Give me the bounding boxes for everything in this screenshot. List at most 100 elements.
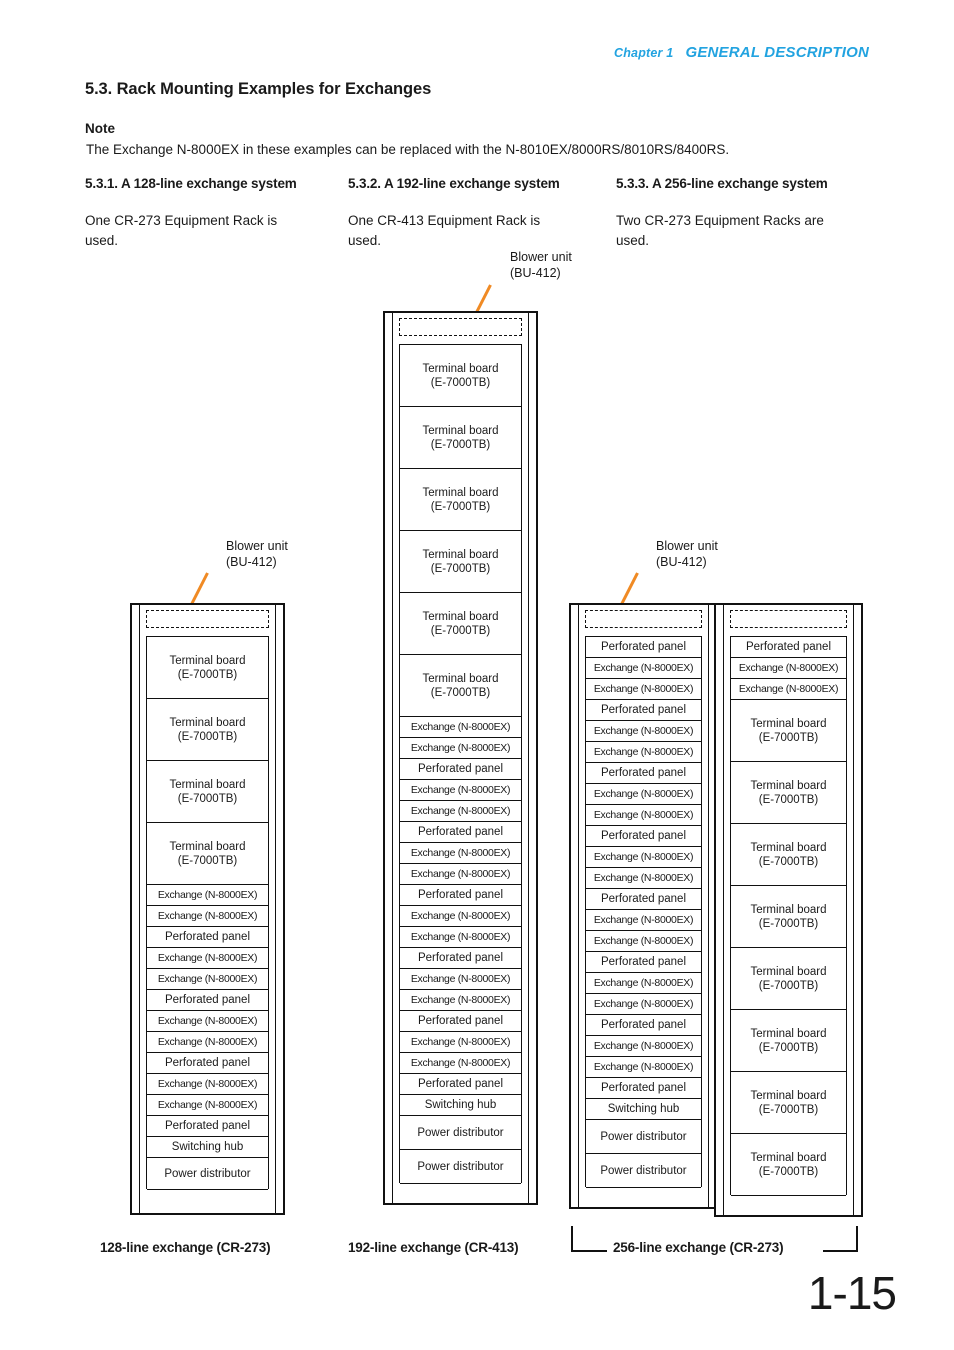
rack-unit-exchange: Exchange (N-8000EX) [400,738,521,759]
rack-unit-label: Perforated panel [417,826,504,838]
rack-unit-model: (E-7000TB) [430,624,491,637]
rack-unit-panel: Perforated panel [147,927,268,948]
rack-unit-label: Perforated panel [417,1078,504,1090]
rack-unit-label: Exchange (N-8000EX) [593,683,694,695]
rack-unit-panel: Perforated panel [400,759,521,780]
rack-unit-model: (E-7000TB) [430,500,491,513]
rack-unit-exchange: Exchange (N-8000EX) [400,927,521,948]
blower-unit-slot [146,610,269,628]
rack-unit-exchange: Exchange (N-8000EX) [400,717,521,738]
blower-unit-slot [730,610,847,628]
rack-unit-hub: Switching hub [586,1099,701,1120]
rack-unit-label: Exchange (N-8000EX) [593,977,694,989]
equipment-rack-rack-192: Terminal board (E-7000TB) Terminal board (E… [383,311,538,1205]
rack-unit-exchange: Exchange (N-8000EX) [400,864,521,885]
rack-unit-exchange: Exchange (N-8000EX) [586,721,701,742]
rack-unit-terminal: Terminal board (E-7000TB) [147,761,268,823]
rack-unit-label: Exchange (N-8000EX) [738,683,839,695]
description-128-line2: used. [85,233,119,248]
rack-unit-terminal: Terminal board (E-7000TB) [731,700,846,762]
rack-unit-label: Exchange (N-8000EX) [410,805,511,817]
rack-unit-label: Terminal board [169,654,246,667]
rack-inner-area: Perforated panel Exchange (N-8000EX) Excha… [730,605,847,1215]
rack-unit-label: Exchange (N-8000EX) [410,994,511,1006]
rack-unit-label: Exchange (N-8000EX) [593,725,694,737]
rack-unit-label: Exchange (N-8000EX) [593,809,694,821]
note-label: Note [85,121,115,136]
rack-unit-label: Exchange (N-8000EX) [410,973,511,985]
rack-unit-label: Terminal board [750,779,827,792]
rack-unit-label: Exchange (N-8000EX) [410,868,511,880]
rack-unit-exchange: Exchange (N-8000EX) [147,1011,268,1032]
rack-unit-label: Perforated panel [600,704,687,716]
rack-unit-label: Terminal board [169,778,246,791]
rack-unit-label: Perforated panel [417,952,504,964]
description-192: One CR-413 Equipment Rack is used. [348,211,598,251]
rack-unit-label: Terminal board [750,1151,827,1164]
description-128-line1: One CR-273 Equipment Rack is [85,213,278,228]
rack-unit-label: Perforated panel [600,767,687,779]
rack-rail-right [275,605,276,1213]
blower-callout-192-line1: Blower unit [510,250,572,264]
rack-unit-panel: Perforated panel [147,990,268,1011]
rack-unit-panel: Perforated panel [400,1074,521,1095]
rack-unit-model: (E-7000TB) [177,668,238,681]
rack-unit-label: Terminal board [750,965,827,978]
rack-unit-exchange: Exchange (N-8000EX) [586,1036,701,1057]
rack-unit-exchange: Exchange (N-8000EX) [147,1074,268,1095]
rack-unit-exchange: Exchange (N-8000EX) [731,658,846,679]
rack-unit-label: Terminal board [750,1027,827,1040]
rack-unit-label: Terminal board [169,840,246,853]
rack-unit-exchange: Exchange (N-8000EX) [586,994,701,1015]
rack-unit-label: Exchange (N-8000EX) [738,662,839,674]
rack-unit-label: Exchange (N-8000EX) [410,1057,511,1069]
rack-unit-exchange: Exchange (N-8000EX) [586,973,701,994]
description-256-line1: Two CR-273 Equipment Racks are [616,213,824,228]
rack-unit-terminal: Terminal board (E-7000TB) [731,824,846,886]
rack-unit-model: (E-7000TB) [430,562,491,575]
rack-unit-label: Exchange (N-8000EX) [410,1036,511,1048]
rack-unit-label: Exchange (N-8000EX) [410,721,511,733]
rack-unit-panel: Perforated panel [586,700,701,721]
rack-unit-model: (E-7000TB) [177,792,238,805]
rack-unit-exchange: Exchange (N-8000EX) [400,990,521,1011]
caption-256: 256-line exchange (CR-273) [613,1240,784,1255]
rack-unit-terminal: Terminal board (E-7000TB) [731,948,846,1010]
rack-unit-exchange: Exchange (N-8000EX) [586,1057,701,1078]
rack-unit-label: Perforated panel [600,1019,687,1031]
rack-unit-power: Power distributor [586,1120,701,1154]
rack-unit-label: Terminal board [422,424,499,437]
rack-unit-panel: Perforated panel [400,885,521,906]
rack-unit-label: Exchange (N-8000EX) [593,851,694,863]
description-128: One CR-273 Equipment Rack is used. [85,211,335,251]
rack-inner-area: Terminal board (E-7000TB) Terminal board (E… [399,313,522,1203]
rack-unit-exchange: Exchange (N-8000EX) [147,948,268,969]
chapter-header: Chapter 1 GENERAL DESCRIPTION [614,44,869,61]
blower-callout-256-line1: Blower unit [656,539,718,553]
rack-unit-label: Power distributor [417,1160,504,1173]
page-title: 5.3. Rack Mounting Examples for Exchange… [85,80,432,98]
description-256-line2: used. [616,233,650,248]
rack-unit-label: Terminal board [422,672,499,685]
rack-unit-model: (E-7000TB) [758,917,819,930]
rack-unit-exchange: Exchange (N-8000EX) [147,885,268,906]
rack-unit-terminal: Terminal board (E-7000TB) [731,1010,846,1072]
rack-unit-model: (E-7000TB) [758,1103,819,1116]
rack-unit-model: (E-7000TB) [177,730,238,743]
rack-unit-label: Exchange (N-8000EX) [593,914,694,926]
rack-unit-panel: Perforated panel [586,1078,701,1099]
rack-rail-right [708,605,709,1207]
rack-unit-label: Perforated panel [745,641,832,653]
description-192-line2: used. [348,233,382,248]
caption-128: 128-line exchange (CR-273) [100,1240,271,1255]
description-256: Two CR-273 Equipment Racks are used. [616,211,868,251]
rack-unit-exchange: Exchange (N-8000EX) [586,742,701,763]
rack-unit-label: Perforated panel [164,931,251,943]
rack-unit-exchange: Exchange (N-8000EX) [400,906,521,927]
rack-unit-label: Exchange (N-8000EX) [410,784,511,796]
rack-unit-label: Exchange (N-8000EX) [410,847,511,859]
rack-unit-label: Power distributor [600,1130,687,1143]
rack-unit-exchange: Exchange (N-8000EX) [147,1095,268,1116]
rack-unit-label: Terminal board [169,716,246,729]
blower-callout-128-line1: Blower unit [226,539,288,553]
